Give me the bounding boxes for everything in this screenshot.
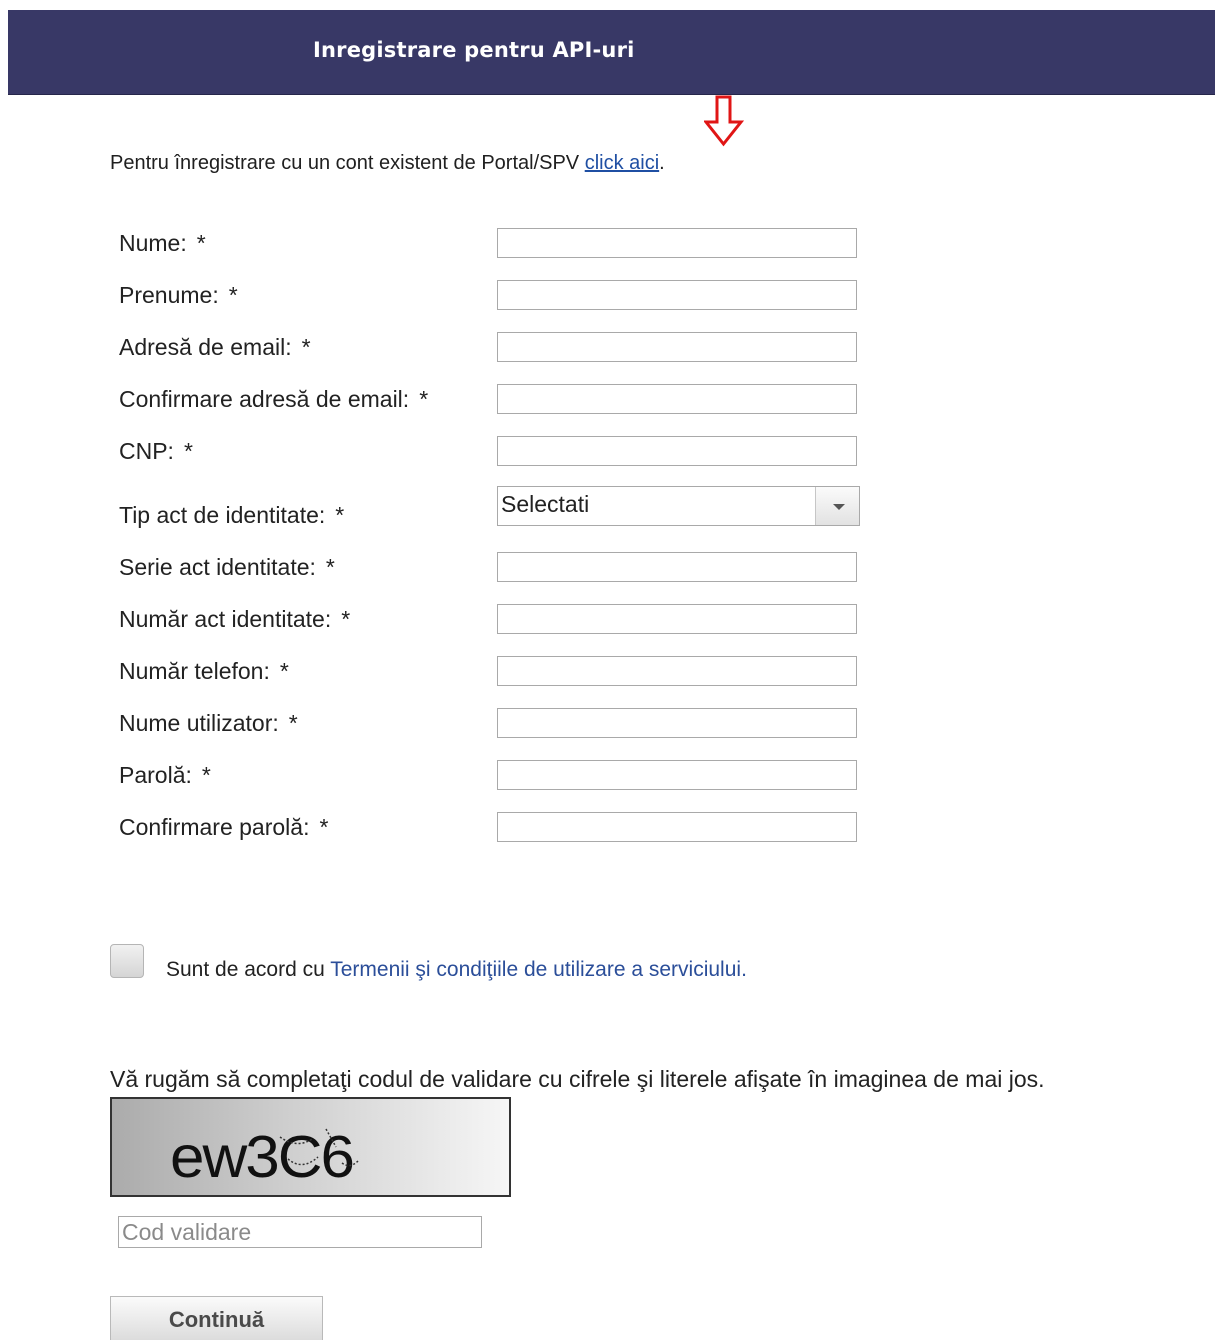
field-nume: Nume: *: [0, 228, 1215, 268]
field-email-confirm: Confirmare adresă de email: *: [0, 384, 1215, 424]
id-type-select[interactable]: Selectati: [497, 486, 860, 526]
field-prenume: Prenume: *: [0, 280, 1215, 320]
id-type-selected-value: Selectati: [501, 491, 590, 517]
captcha-code: ew3C6: [170, 1123, 353, 1189]
field-password: Parolă: *: [0, 760, 1215, 800]
validation-code-input[interactable]: [118, 1216, 482, 1248]
field-id-type: Tip act de identitate: * Selectati: [0, 486, 1215, 536]
password-label: Parolă: *: [119, 762, 211, 788]
required-marker: *: [341, 606, 351, 632]
dropdown-button[interactable]: [815, 487, 859, 525]
id-type-label: Tip act de identitate: *: [119, 502, 345, 528]
prenume-label: Prenume: *: [119, 282, 238, 308]
required-marker: *: [183, 438, 193, 464]
id-number-label: Număr act identitate: *: [119, 606, 351, 632]
field-phone: Număr telefon: *: [0, 656, 1215, 696]
phone-label: Număr telefon: *: [119, 658, 289, 684]
captcha-instruction: Vă rugăm să completaţi codul de validare…: [110, 1066, 1045, 1092]
password-confirm-label: Confirmare parolă: *: [119, 814, 329, 840]
id-series-input[interactable]: [497, 552, 857, 582]
required-marker: *: [301, 334, 311, 360]
captcha-image: ew3C6: [110, 1097, 511, 1197]
field-cnp: CNP: *: [0, 436, 1215, 476]
email-input[interactable]: [497, 332, 857, 362]
field-id-number: Număr act identitate: *: [0, 604, 1215, 644]
required-marker: *: [319, 814, 329, 840]
terms-prefix: Sunt de acord cu: [166, 958, 331, 981]
cnp-label: CNP: *: [119, 438, 193, 464]
terms-link[interactable]: Termenii şi condiţiile de utilizare a se…: [330, 958, 747, 981]
username-label: Nume utilizator: *: [119, 710, 298, 736]
nume-input[interactable]: [497, 228, 857, 258]
required-marker: *: [325, 554, 335, 580]
terms-text: Sunt de acord cu Termenii şi condiţiile …: [166, 958, 747, 982]
id-series-label: Serie act identitate: *: [119, 554, 335, 580]
cnp-input[interactable]: [497, 436, 857, 466]
username-input[interactable]: [497, 708, 857, 738]
email-label: Adresă de email: *: [119, 334, 311, 360]
intro-text: Pentru înregistrare cu un cont existent …: [110, 152, 585, 174]
nume-label: Nume: *: [119, 230, 206, 256]
password-input[interactable]: [497, 760, 857, 790]
field-username: Nume utilizator: *: [0, 708, 1215, 748]
field-id-series: Serie act identitate: *: [0, 552, 1215, 592]
required-marker: *: [419, 386, 429, 412]
required-marker: *: [201, 762, 211, 788]
terms-checkbox[interactable]: [110, 944, 144, 978]
password-confirm-input[interactable]: [497, 812, 857, 842]
page-title: Inregistrare pentru API-uri: [313, 38, 635, 62]
email-confirm-input[interactable]: [497, 384, 857, 414]
page-header: Inregistrare pentru API-uri: [8, 10, 1215, 95]
prenume-input[interactable]: [497, 280, 857, 310]
login-existing-account-text: Pentru înregistrare cu un cont existent …: [110, 152, 665, 175]
continue-button[interactable]: Continuă: [110, 1296, 323, 1340]
intro-period: .: [659, 152, 665, 174]
field-email: Adresă de email: *: [0, 332, 1215, 372]
required-marker: *: [228, 282, 238, 308]
required-marker: *: [288, 710, 298, 736]
email-confirm-label: Confirmare adresă de email: *: [119, 386, 429, 412]
arrow-down-icon: [704, 95, 744, 147]
id-number-input[interactable]: [497, 604, 857, 634]
phone-input[interactable]: [497, 656, 857, 686]
required-marker: *: [196, 230, 206, 256]
click-here-link[interactable]: click aici: [585, 152, 659, 174]
field-password-confirm: Confirmare parolă: *: [0, 812, 1215, 852]
chevron-down-icon: [833, 504, 845, 510]
required-marker: *: [279, 658, 289, 684]
required-marker: *: [335, 502, 345, 528]
